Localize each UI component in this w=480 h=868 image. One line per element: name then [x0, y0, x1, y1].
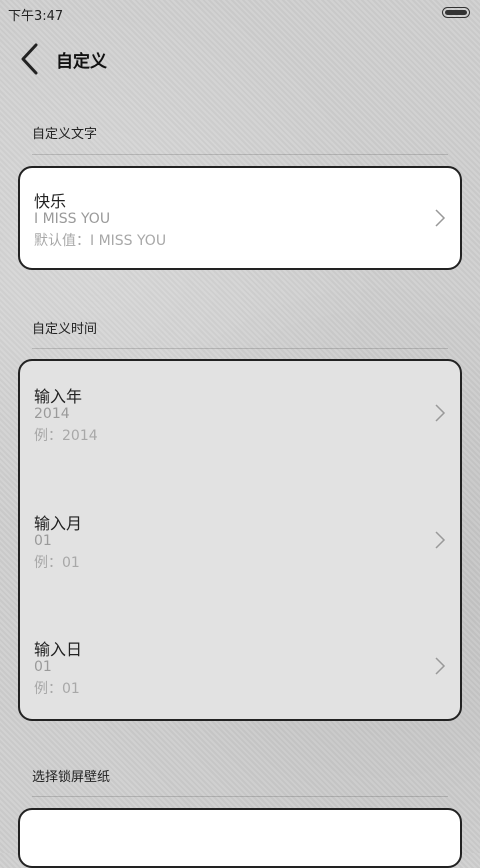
item-title: 输入月 [34, 514, 83, 533]
header: 自定义 [0, 40, 480, 80]
item-value: 01 [34, 533, 52, 549]
item-title: 输入日 [34, 640, 83, 659]
item-value: 01 [34, 659, 52, 675]
month-input-item[interactable]: 输入月 01 例：01 [20, 488, 460, 608]
year-input-item[interactable]: 输入年 2014 例：2014 [20, 361, 460, 481]
section-label-custom-text: 自定义文字 [32, 127, 98, 142]
divider [32, 348, 448, 349]
battery-icon [442, 7, 470, 18]
status-bar: 下午3:47 [0, 0, 480, 26]
custom-text-item[interactable]: 快乐 I MISS YOU 默认值：I MISS YOU [20, 168, 460, 268]
chevron-right-icon [435, 209, 446, 227]
item-title: 快乐 [34, 192, 67, 211]
divider [32, 154, 448, 155]
status-time: 下午3:47 [8, 9, 64, 24]
item-title: 输入年 [34, 387, 83, 406]
item-value: 2014 [34, 406, 70, 422]
day-input-item[interactable]: 输入日 01 例：01 [20, 614, 460, 719]
section-label-wallpaper: 选择锁屏壁纸 [32, 770, 111, 785]
custom-text-card: 快乐 I MISS YOU 默认值：I MISS YOU [18, 166, 462, 270]
chevron-right-icon [435, 404, 446, 422]
item-example: 例：01 [34, 681, 80, 697]
item-default-value: 默认值：I MISS YOU [34, 233, 167, 249]
custom-time-card: 输入年 2014 例：2014 输入月 01 例：01 输入日 01 例：01 [18, 359, 462, 721]
item-example: 例：2014 [34, 428, 98, 444]
item-value: I MISS YOU [34, 211, 111, 227]
page-title: 自定义 [56, 52, 107, 72]
chevron-right-icon [435, 657, 446, 675]
wallpaper-card[interactable] [18, 808, 462, 868]
back-arrow-icon[interactable] [18, 42, 44, 76]
item-example: 例：01 [34, 555, 80, 571]
divider [32, 796, 448, 797]
chevron-right-icon [435, 531, 446, 549]
section-label-custom-time: 自定义时间 [32, 322, 98, 337]
